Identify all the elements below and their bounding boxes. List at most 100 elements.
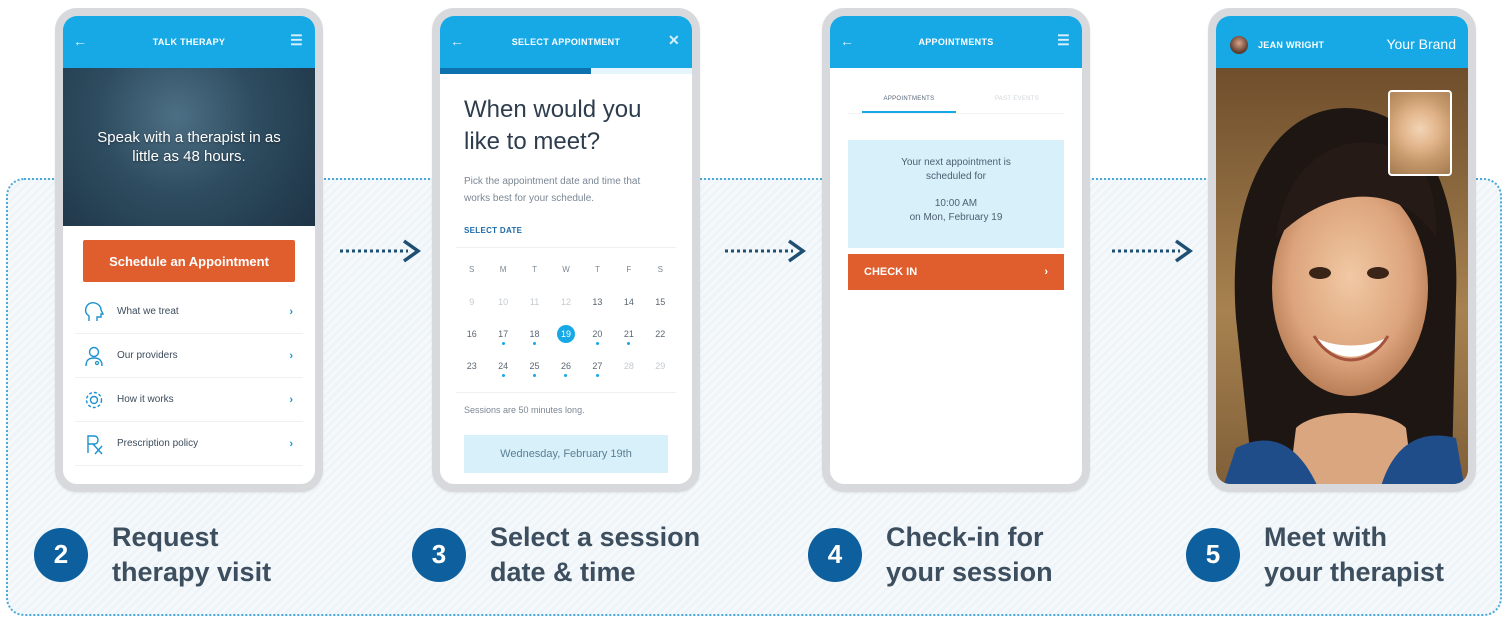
- step-caption-line: therapy visit: [112, 556, 272, 587]
- menu-item-what-we-treat[interactable]: What we treat ›: [75, 290, 303, 334]
- head-icon: [81, 300, 107, 324]
- header-title: SELECT APPOINTMENT: [511, 37, 621, 47]
- phone-select-appointment: ← SELECT APPOINTMENT ✕ When would you li…: [432, 8, 700, 492]
- selected-day-number: 19: [556, 324, 575, 343]
- step-meet-therapist: 5 Meet with your therapist: [1186, 520, 1444, 589]
- hero-text: Speak with a therapist in as little as 4…: [97, 128, 281, 166]
- weekday-label: F: [626, 265, 632, 275]
- weekday-label: T: [594, 265, 600, 275]
- step-number-badge: 5: [1186, 527, 1240, 582]
- step-caption: Request therapy visit: [112, 520, 271, 589]
- appointment-tabs: APPOINTMENTS PAST EVENTS: [848, 96, 1064, 114]
- calendar-day: 10: [498, 296, 509, 307]
- menu-item-label: How it works: [117, 394, 174, 405]
- calendar-day[interactable]: 27: [582, 361, 613, 377]
- calendar-day: 12: [560, 296, 571, 307]
- calendar-day[interactable]: 22: [645, 329, 676, 339]
- phone-appointments: ← APPOINTMENTS ☰ APPOINTMENTS PAST EVENT…: [822, 8, 1090, 492]
- calendar-day[interactable]: 15: [645, 297, 676, 307]
- weekday-label: W: [562, 265, 570, 275]
- menu-item-label: Our providers: [117, 350, 178, 361]
- progress-bar: [440, 68, 692, 74]
- app-header: ← SELECT APPOINTMENT ✕: [440, 16, 692, 68]
- selected-date-box[interactable]: Wednesday, February 19th: [464, 434, 668, 473]
- phone-video-call: JEAN WRIGHT Your Brand: [1208, 8, 1476, 492]
- menu-item-our-providers[interactable]: Our providers ›: [75, 334, 303, 378]
- calendar-day[interactable]: 13: [582, 297, 613, 307]
- self-view-thumbnail[interactable]: [1388, 90, 1452, 176]
- calendar-day[interactable]: 17: [487, 329, 518, 345]
- question-subtitle: Pick the appointment date and time that …: [464, 175, 641, 205]
- step-number-badge: 2: [34, 527, 88, 582]
- caller-name: JEAN WRIGHT: [1258, 40, 1325, 50]
- app-header: JEAN WRIGHT Your Brand: [1216, 16, 1468, 68]
- step-number-badge: 3: [412, 527, 466, 582]
- calendar-day-selected[interactable]: 19: [550, 324, 581, 343]
- calendar-day[interactable]: 23: [456, 361, 487, 371]
- chevron-right-icon: ›: [289, 393, 293, 406]
- menu-item-label: Prescription policy: [117, 438, 199, 449]
- schedule-appointment-button[interactable]: Schedule an Appointment: [83, 240, 295, 282]
- tab-past-events[interactable]: PAST EVENTS: [970, 96, 1064, 113]
- info-menu: What we treat › Our providers › How it w…: [63, 290, 315, 466]
- menu-icon[interactable]: ☰: [290, 32, 303, 49]
- back-arrow-icon[interactable]: ←: [450, 33, 464, 49]
- caller-info: JEAN WRIGHT: [1230, 36, 1324, 54]
- step-caption-line: Select a session: [490, 522, 701, 552]
- step-check-in: 4 Check-in for your session: [808, 520, 1053, 589]
- tab-appointments[interactable]: APPOINTMENTS: [862, 96, 956, 113]
- calendar-day[interactable]: 20: [582, 329, 613, 345]
- appointment-time: 10:00 AM: [934, 198, 978, 209]
- step-caption: Select a session date & time: [490, 520, 700, 589]
- step-caption-line: Request: [112, 522, 219, 552]
- close-icon[interactable]: ✕: [668, 32, 680, 49]
- calendar-day[interactable]: 18: [519, 329, 550, 345]
- calendar-day[interactable]: 26: [550, 361, 581, 377]
- calendar-day[interactable]: 14: [613, 297, 644, 307]
- sessions-note: Sessions are 50 minutes long.: [464, 404, 585, 415]
- header-title: TALK THERAPY: [152, 37, 226, 47]
- rx-icon: [81, 432, 107, 456]
- next-appointment-card: Your next appointment is scheduled for 1…: [848, 140, 1064, 248]
- weekday-label: S: [657, 265, 663, 275]
- app-header: ← APPOINTMENTS ☰: [830, 16, 1082, 68]
- weekday-label: M: [499, 265, 507, 275]
- back-arrow-icon[interactable]: ←: [73, 33, 87, 49]
- check-in-button[interactable]: CHECK IN ›: [848, 254, 1064, 290]
- progress-fill: [440, 68, 592, 74]
- calendar-day[interactable]: 16: [456, 329, 487, 339]
- calendar-week-row: 16 17 18 19 20 21 22: [456, 318, 676, 350]
- next-appointment-line1: Your next appointment is: [901, 157, 1011, 168]
- avatar: [1230, 36, 1248, 54]
- calendar-weekday-row: S M T W T F S: [456, 254, 676, 286]
- chevron-right-icon: ›: [289, 349, 293, 362]
- menu-item-prescription-policy[interactable]: Prescription policy ›: [75, 422, 303, 466]
- arrow-right-icon: [725, 239, 807, 263]
- step-caption-line: your therapist: [1264, 556, 1445, 587]
- calendar-day: 29: [655, 360, 666, 371]
- calendar-week-row: 9 10 11 12 13 14 15: [456, 286, 676, 318]
- weekday-label: S: [469, 265, 475, 275]
- step-request-therapy: 2 Request therapy visit: [34, 520, 271, 589]
- calendar-day[interactable]: 24: [487, 361, 518, 377]
- next-appointment-line2: scheduled for: [925, 170, 987, 182]
- hero-image: Speak with a therapist in as little as 4…: [63, 68, 315, 226]
- chevron-right-icon: ›: [289, 305, 293, 318]
- calendar: S M T W T F S 9 10 11 12 13 14 15 16 17 …: [456, 246, 676, 393]
- brand-label: Your Brand: [1386, 36, 1456, 52]
- calendar-day: 9: [469, 296, 475, 307]
- step-caption: Meet with your therapist: [1264, 520, 1444, 589]
- menu-item-how-it-works[interactable]: How it works ›: [75, 378, 303, 422]
- menu-icon[interactable]: ☰: [1057, 32, 1070, 49]
- gear-icon: [81, 388, 107, 412]
- chevron-right-icon: ›: [1044, 266, 1048, 278]
- video-feed: [1216, 68, 1468, 484]
- phone-talk-therapy: ← TALK THERAPY ☰ Speak with a therapist …: [55, 8, 323, 492]
- calendar-day[interactable]: 25: [519, 361, 550, 377]
- back-arrow-icon[interactable]: ←: [840, 33, 854, 49]
- calendar-day[interactable]: 21: [613, 329, 644, 345]
- step-caption-line: your session: [886, 556, 1053, 587]
- chevron-right-icon: ›: [289, 437, 293, 450]
- step-select-session: 3 Select a session date & time: [412, 520, 700, 589]
- arrow-right-icon: [340, 239, 422, 263]
